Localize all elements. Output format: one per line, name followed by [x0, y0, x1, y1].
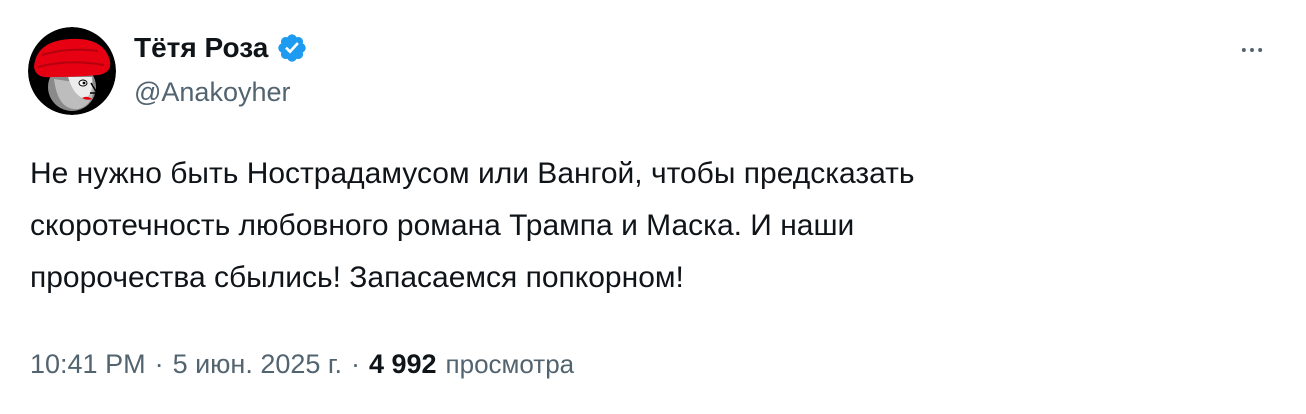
handle[interactable]: @Anakoyher	[134, 72, 308, 112]
tweet-text: Не нужно быть Нострадамусом или Вангой, …	[30, 157, 915, 294]
display-name[interactable]: Тётя Роза	[134, 28, 268, 68]
timestamp-date[interactable]: 5 июн. 2025 г.	[173, 344, 342, 384]
more-horizontal-icon	[1241, 48, 1263, 52]
name-row: Тётя Роза	[134, 28, 308, 68]
avatar-image	[28, 27, 116, 115]
author-block: Тётя Роза @Anakoyher	[134, 28, 308, 112]
tweet-meta: 10:41 PM · 5 июн. 2025 г. · 4 992 просмо…	[30, 344, 574, 384]
timestamp-time[interactable]: 10:41 PM	[30, 344, 146, 384]
views-count: 4 992	[368, 349, 437, 379]
views-label: просмотра	[445, 349, 575, 379]
separator: ·	[154, 349, 164, 379]
more-options-button[interactable]	[1232, 30, 1272, 70]
tweet-card: Тётя Роза @Anakoyher Не нужно быть Ностр…	[0, 0, 1306, 414]
avatar[interactable]	[28, 27, 116, 115]
verified-badge-icon	[276, 32, 308, 64]
separator: ·	[350, 349, 360, 379]
